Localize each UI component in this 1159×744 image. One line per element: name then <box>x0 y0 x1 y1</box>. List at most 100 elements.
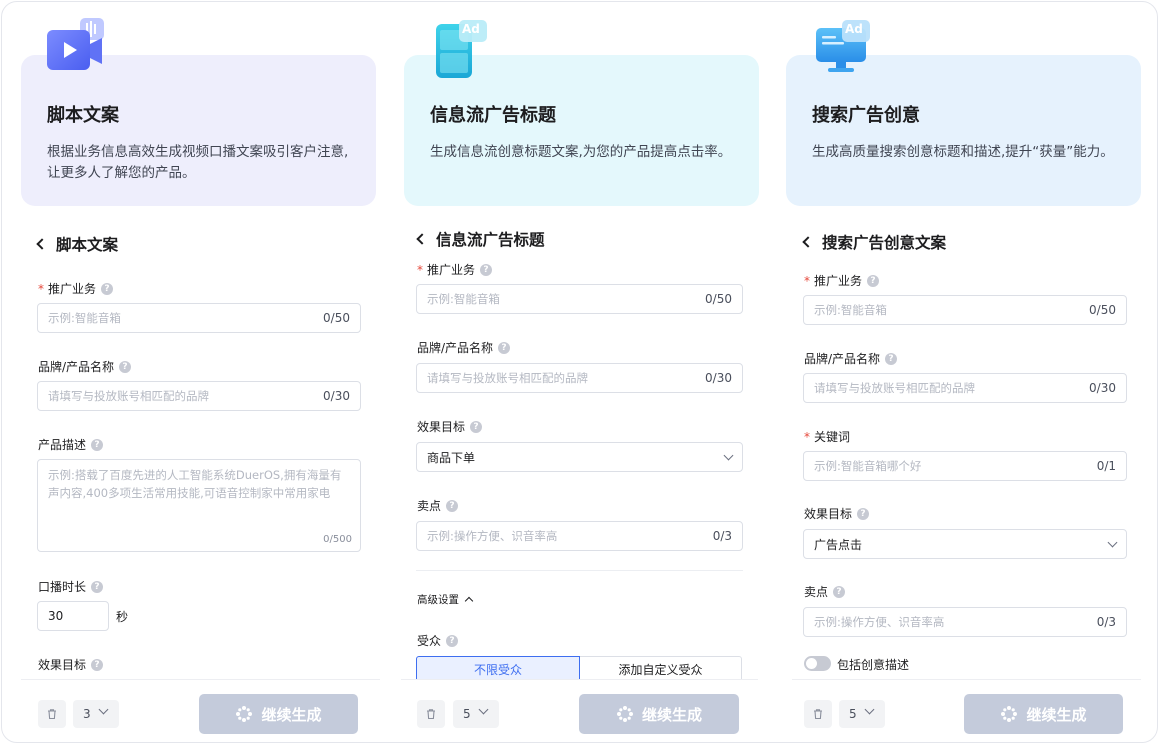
business-label: * 推广业务 ? <box>38 280 114 297</box>
char-count: 0/50 <box>323 311 350 325</box>
help-icon[interactable]: ? <box>446 499 459 512</box>
help-icon[interactable]: ? <box>498 341 511 354</box>
chevron-down-icon <box>864 704 875 715</box>
continue-generate-button[interactable]: 继续生成 <box>579 694 739 734</box>
brand-input[interactable]: 请填写与投放账号相匹配的品牌 0/30 <box>803 373 1127 403</box>
include-desc-toggle[interactable] <box>804 656 831 671</box>
hero-description: 根据业务信息高效生成视频口播文案吸引客户注意,让更多人了解您的产品。 <box>47 144 349 181</box>
selling-point-label: 卖点 ? <box>804 583 846 600</box>
duration-unit: 秒 <box>116 610 129 624</box>
product-desc-label: 产品描述 ? <box>38 436 104 453</box>
help-icon[interactable]: ? <box>91 658 104 671</box>
required-mark: * <box>804 429 810 444</box>
trash-icon[interactable] <box>417 700 445 728</box>
hero-title: 搜索广告创意 <box>812 105 920 126</box>
brand-label: 品牌/产品名称 ? <box>804 350 898 367</box>
brand-label: 品牌/产品名称 ? <box>417 339 511 356</box>
hero-description: 生成高质量搜索创意标题和描述,提升“获量”能力。 <box>812 144 1114 160</box>
help-icon[interactable]: ? <box>867 274 880 287</box>
feed-ad-title-column: Ad 信息流广告标题 生成信息流创意标题文案,为您的产品提高点击率。 信息流广告… <box>382 2 764 742</box>
business-label: * 推广业务 ? <box>417 261 493 278</box>
divider <box>416 570 743 571</box>
char-count: 0/30 <box>323 389 350 403</box>
video-icon <box>47 18 107 82</box>
chevron-down-icon <box>1107 537 1118 547</box>
required-mark: * <box>804 273 810 288</box>
back-button-search[interactable]: 搜索广告创意文案 <box>802 231 947 253</box>
form-title: 信息流广告标题 <box>436 231 545 249</box>
app-frame: 脚本文案 根据业务信息高效生成视频口播文案吸引客户注意,让更多人了解您的产品。 … <box>1 1 1158 743</box>
sparkle-icon <box>616 705 634 723</box>
continue-generate-button[interactable]: 继续生成 <box>199 694 358 734</box>
form-title: 脚本文案 <box>56 236 119 254</box>
char-count: 0/30 <box>705 371 732 385</box>
chevron-left-icon <box>36 238 48 250</box>
advanced-settings-toggle[interactable]: 高级设置 <box>417 592 474 607</box>
trash-icon[interactable] <box>804 700 832 728</box>
goal-select[interactable]: 广告点击 <box>803 529 1127 559</box>
selling-point-input[interactable]: 示例:操作方便、识音率高 0/3 <box>416 521 743 551</box>
help-icon[interactable]: ? <box>470 420 483 433</box>
hero-card-script[interactable]: 脚本文案 根据业务信息高效生成视频口播文案吸引客户注意,让更多人了解您的产品。 <box>21 18 376 206</box>
brand-label: 品牌/产品名称 ? <box>38 358 132 375</box>
char-count: 0/500 <box>323 534 352 545</box>
brand-input[interactable]: 请填写与投放账号相匹配的品牌 0/30 <box>37 381 361 411</box>
required-mark: * <box>417 262 423 277</box>
chevron-down-icon <box>98 704 109 715</box>
hero-title: 脚本文案 <box>47 105 119 126</box>
ad-badge-text: Ad <box>845 22 863 36</box>
help-icon[interactable]: ? <box>119 360 132 373</box>
count-select[interactable]: 5 <box>453 700 499 728</box>
form-title: 搜索广告创意文案 <box>822 234 947 252</box>
business-input[interactable]: 示例:智能音箱 0/50 <box>803 295 1127 325</box>
chevron-down-icon <box>723 450 734 460</box>
trash-icon[interactable] <box>38 700 66 728</box>
product-desc-textarea[interactable]: 示例:搭载了百度先进的人工智能系统DuerOS,拥有海量有声内容,400多项生活… <box>37 459 361 552</box>
char-count: 0/3 <box>1096 615 1116 629</box>
char-count: 0/1 <box>1096 459 1116 473</box>
char-count: 0/3 <box>712 529 732 543</box>
help-icon[interactable]: ? <box>833 585 846 598</box>
monitor-ad-icon: Ad <box>814 18 876 84</box>
goal-label: 效果目标 ? <box>38 656 104 673</box>
help-icon[interactable]: ? <box>885 352 898 365</box>
footer-bar: 5 继续生成 <box>401 679 758 742</box>
help-icon[interactable]: ? <box>857 507 870 520</box>
keyword-input[interactable]: 示例:智能音箱哪个好 0/1 <box>803 451 1127 481</box>
chevron-up-icon <box>464 596 474 606</box>
count-select[interactable]: 5 <box>839 700 885 728</box>
business-input[interactable]: 示例:智能音箱 0/50 <box>416 284 743 314</box>
audience-label: 受众 ? <box>417 632 459 649</box>
help-icon[interactable]: ? <box>101 282 114 295</box>
char-count: 0/50 <box>1089 303 1116 317</box>
help-icon[interactable]: ? <box>91 580 104 593</box>
count-select[interactable]: 3 <box>73 700 119 728</box>
chevron-left-icon <box>416 233 428 245</box>
footer-bar: 3 继续生成 <box>21 679 380 742</box>
help-icon[interactable]: ? <box>91 438 104 451</box>
hero-title: 信息流广告标题 <box>430 105 556 126</box>
help-icon[interactable]: ? <box>446 634 459 647</box>
help-icon[interactable]: ? <box>480 263 493 276</box>
mobile-ad-icon: Ad <box>434 18 494 84</box>
chevron-down-icon <box>478 704 489 715</box>
hero-card-feed[interactable]: Ad 信息流广告标题 生成信息流创意标题文案,为您的产品提高点击率。 <box>404 20 759 206</box>
continue-generate-button[interactable]: 继续生成 <box>964 694 1123 734</box>
business-label: * 推广业务 ? <box>804 272 880 289</box>
business-input[interactable]: 示例:智能音箱 0/50 <box>37 303 361 333</box>
goal-select[interactable]: 商品下单 <box>416 442 743 472</box>
search-ad-column: Ad 搜索广告创意 生成高质量搜索创意标题和描述,提升“获量”能力。 搜索广告创… <box>764 2 1157 742</box>
include-desc-label: 包括创意描述 <box>837 658 910 672</box>
brand-input[interactable]: 请填写与投放账号相匹配的品牌 0/30 <box>416 363 743 393</box>
duration-input[interactable]: 30 <box>37 601 109 631</box>
char-count: 0/30 <box>1089 381 1116 395</box>
sparkle-icon <box>235 705 253 723</box>
sparkle-icon <box>1000 705 1018 723</box>
selling-point-input[interactable]: 示例:操作方便、识音率高 0/3 <box>803 607 1127 637</box>
required-mark: * <box>38 281 44 296</box>
back-button-script[interactable]: 脚本文案 <box>36 233 119 255</box>
duration-label: 口播时长 ? <box>38 578 104 595</box>
hero-card-search[interactable]: Ad 搜索广告创意 生成高质量搜索创意标题和描述,提升“获量”能力。 <box>786 20 1141 206</box>
script-copy-column: 脚本文案 根据业务信息高效生成视频口播文案吸引客户注意,让更多人了解您的产品。 … <box>2 2 382 742</box>
back-button-feed[interactable]: 信息流广告标题 <box>416 228 545 250</box>
